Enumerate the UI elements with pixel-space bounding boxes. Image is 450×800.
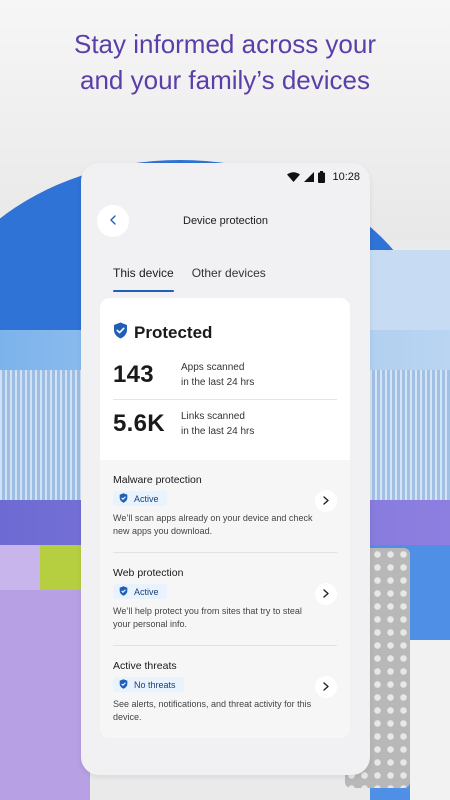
chevron-right-icon xyxy=(323,492,329,510)
feature-description: We’ll scan apps already on your device a… xyxy=(113,513,313,536)
protection-card: Protected 143 Apps scanned in the last 2… xyxy=(100,298,350,738)
apps-scanned-line-1: Apps scanned xyxy=(181,362,245,373)
feature-web-protection[interactable]: Web protection Active We’ll help protect… xyxy=(100,553,350,645)
chevron-right-icon xyxy=(323,678,329,696)
status-badge-label: No threats xyxy=(134,679,176,690)
apps-scanned-label: Apps scanned in the last 24 hrs xyxy=(181,360,254,390)
feature-title: Malware protection xyxy=(113,474,202,486)
device-tabs: This device Other devices xyxy=(113,266,266,292)
open-malware-protection-button[interactable] xyxy=(315,490,337,512)
status-badge: Active xyxy=(113,491,167,506)
tab-other-devices[interactable]: Other devices xyxy=(192,266,266,292)
links-scanned-stat: 5.6K Links scanned in the last 24 hrs xyxy=(113,409,254,439)
status-badge: No threats xyxy=(113,677,184,692)
battery-icon xyxy=(318,171,326,183)
page-title: Device protection xyxy=(183,215,268,227)
wifi-icon xyxy=(287,172,301,182)
feature-description: We’ll help protect you from sites that t… xyxy=(113,606,302,629)
shield-check-icon xyxy=(113,322,128,344)
feature-title: Active threats xyxy=(113,660,177,672)
feature-malware-protection[interactable]: Malware protection Active We’ll scan app… xyxy=(100,460,350,552)
shield-check-icon xyxy=(119,678,128,691)
headline-line-1: Stay informed across your xyxy=(73,29,376,59)
apps-scanned-line-2: in the last 24 hrs xyxy=(181,377,255,388)
shield-check-icon xyxy=(119,492,128,505)
status-time: 10:28 xyxy=(332,171,360,183)
stats-divider xyxy=(113,399,337,400)
background-white-block xyxy=(410,640,450,800)
feature-description: See alerts, notifications, and threat ac… xyxy=(113,699,312,722)
feature-active-threats[interactable]: Active threats No threats See alerts, no… xyxy=(100,646,350,738)
status-badge: Active xyxy=(113,584,167,599)
protection-status-label: Protected xyxy=(134,323,213,342)
apps-scanned-stat: 143 Apps scanned in the last 24 hrs xyxy=(113,360,254,390)
signal-icon xyxy=(304,172,315,182)
open-web-protection-button[interactable] xyxy=(315,583,337,605)
protection-summary: Protected 143 Apps scanned in the last 2… xyxy=(100,298,350,460)
tab-this-device[interactable]: This device xyxy=(113,266,174,292)
status-badge-label: Active xyxy=(134,586,159,597)
headline: Stay informed across your and your famil… xyxy=(0,26,450,98)
shield-check-icon xyxy=(119,585,128,598)
links-scanned-line-1: Links scanned xyxy=(181,411,245,422)
status-bar: 10:28 xyxy=(287,169,360,185)
phone-screen: 10:28 Device protection This device Othe… xyxy=(81,163,370,775)
apps-scanned-count: 143 xyxy=(113,361,154,388)
feature-title: Web protection xyxy=(113,567,184,579)
feature-list: Malware protection Active We’ll scan app… xyxy=(100,460,350,738)
chevron-right-icon xyxy=(323,585,329,603)
background-lilac-block-large xyxy=(0,590,90,800)
status-badge-label: Active xyxy=(134,493,159,504)
links-scanned-count: 5.6K xyxy=(113,410,165,437)
headline-line-2: and your family’s devices xyxy=(80,65,370,95)
background-lilac-block xyxy=(0,545,45,590)
links-scanned-label: Links scanned in the last 24 hrs xyxy=(181,409,254,439)
open-active-threats-button[interactable] xyxy=(315,676,337,698)
links-scanned-line-2: in the last 24 hrs xyxy=(181,426,255,437)
protection-status: Protected xyxy=(113,322,212,344)
